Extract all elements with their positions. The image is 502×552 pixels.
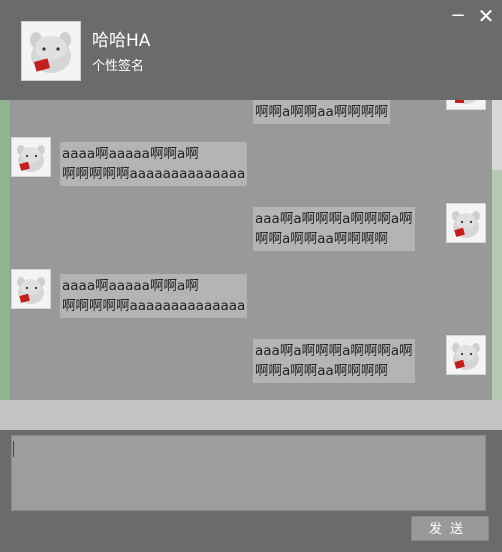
contact-avatar-small[interactable]: [11, 137, 51, 177]
send-button[interactable]: 发送: [411, 516, 489, 541]
message-bubble: aaaa啊aaaaa啊啊a啊 啊啊啊啊啊aaaaaaaaaaaaaa: [60, 274, 248, 318]
contact-nickname: 哈哈HA: [92, 31, 151, 51]
hamster-avatar-icon: [447, 100, 485, 109]
message-line: 啊啊a啊啊aa啊啊啊啊: [255, 231, 388, 247]
message-input[interactable]: [11, 435, 486, 511]
text-caret: [13, 441, 14, 457]
message-bubble: aaa啊a啊啊啊a啊啊啊a啊 啊啊a啊啊aa啊啊啊啊: [253, 207, 415, 251]
hamster-avatar-icon: [447, 336, 485, 374]
message-line: aaa啊a啊啊啊a啊啊啊a啊: [255, 211, 413, 227]
my-avatar[interactable]: [446, 335, 486, 375]
message-line: 啊啊啊啊啊aaaaaaaaaaaaaa: [62, 166, 246, 182]
close-icon[interactable]: ✕: [474, 5, 498, 29]
my-avatar[interactable]: [446, 203, 486, 243]
input-toolbar: [0, 400, 502, 430]
scrollbar-thumb[interactable]: [492, 100, 502, 170]
message-line: aaaa啊aaaaa啊啊a啊: [62, 146, 199, 162]
message-line: aaaa啊aaaaa啊啊a啊: [62, 278, 199, 294]
hamster-avatar-icon: [12, 138, 50, 176]
message-bubble: aaa啊a啊啊啊a啊啊啊a啊 啊啊a啊啊aa啊啊啊啊: [253, 339, 415, 383]
left-border: [0, 100, 10, 400]
hamster-avatar-icon: [22, 22, 80, 80]
contact-signature: 个性签名: [92, 59, 145, 74]
chat-header: 哈哈HA 个性签名 − ✕: [0, 0, 502, 100]
minimize-icon[interactable]: −: [446, 5, 470, 29]
message-line: 啊啊a啊啊aa啊啊啊啊: [255, 363, 388, 379]
chat-scrollbar[interactable]: [492, 100, 502, 400]
message-line: 啊啊a啊啊aa啊啊啊啊: [255, 104, 388, 120]
contact-avatar-small[interactable]: [11, 269, 51, 309]
contact-avatar[interactable]: [21, 21, 81, 81]
hamster-avatar-icon: [12, 270, 50, 308]
chat-history[interactable]: 啊啊a啊啊aa啊啊啊啊 aaaa啊aaaaa啊啊a啊 啊啊啊啊啊aaaaaaaa…: [0, 100, 502, 400]
message-bubble: aaaa啊aaaaa啊啊a啊 啊啊啊啊啊aaaaaaaaaaaaaa: [60, 142, 248, 186]
hamster-avatar-icon: [447, 204, 485, 242]
message-line: 啊啊啊啊啊aaaaaaaaaaaaaa: [62, 298, 246, 314]
message-line: aaa啊a啊啊啊a啊啊啊a啊: [255, 343, 413, 359]
message-bubble: 啊啊a啊啊aa啊啊啊啊: [253, 100, 390, 124]
my-avatar[interactable]: [446, 100, 486, 110]
